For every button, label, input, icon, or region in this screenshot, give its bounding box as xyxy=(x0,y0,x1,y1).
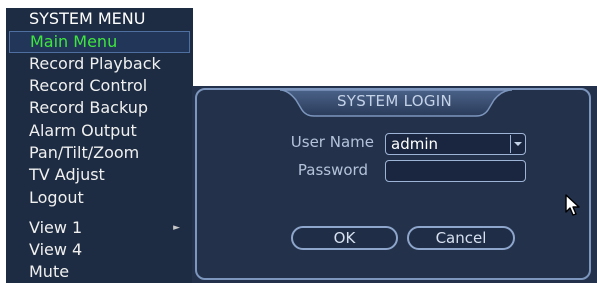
dropdown-button[interactable] xyxy=(510,135,524,153)
menu-item-mute[interactable]: Mute xyxy=(9,261,190,283)
menu-item-main-menu[interactable]: Main Menu xyxy=(9,31,190,53)
system-menu: SYSTEM MENU Main Menu Record Playback Re… xyxy=(6,8,193,283)
system-login-dialog: SYSTEM LOGIN User Name admin Password OK… xyxy=(192,86,597,283)
password-label: Password xyxy=(297,161,368,179)
menu-item-record-playback[interactable]: Record Playback xyxy=(9,53,190,75)
arrow-right-icon: ► xyxy=(173,223,180,233)
username-value: admin xyxy=(391,135,438,153)
username-select[interactable]: admin xyxy=(385,133,526,155)
mouse-cursor-icon xyxy=(565,194,580,216)
dialog-frame xyxy=(195,88,591,280)
menu-item-alarm-output[interactable]: Alarm Output xyxy=(9,120,190,142)
menu-item-logout[interactable]: Logout xyxy=(9,187,190,209)
username-label: User Name xyxy=(290,133,374,151)
ok-button[interactable]: OK xyxy=(291,226,398,250)
password-field[interactable] xyxy=(385,160,526,182)
menu-item-view-4[interactable]: View 4 xyxy=(9,239,190,261)
menu-item-record-backup[interactable]: Record Backup xyxy=(9,97,190,119)
cancel-button[interactable]: Cancel xyxy=(407,226,515,250)
dialog-title: SYSTEM LOGIN xyxy=(336,92,453,110)
menu-item-pan-tilt-zoom[interactable]: Pan/Tilt/Zoom xyxy=(9,142,190,164)
menu-item-record-control[interactable]: Record Control xyxy=(9,75,190,97)
menu-item-view-1[interactable]: View 1 ► xyxy=(9,217,190,239)
menu-item-view-1-label: View 1 xyxy=(29,218,83,237)
menu-title: SYSTEM MENU xyxy=(29,9,146,28)
chevron-down-icon xyxy=(514,142,522,146)
menu-item-tv-adjust[interactable]: TV Adjust xyxy=(9,164,190,186)
